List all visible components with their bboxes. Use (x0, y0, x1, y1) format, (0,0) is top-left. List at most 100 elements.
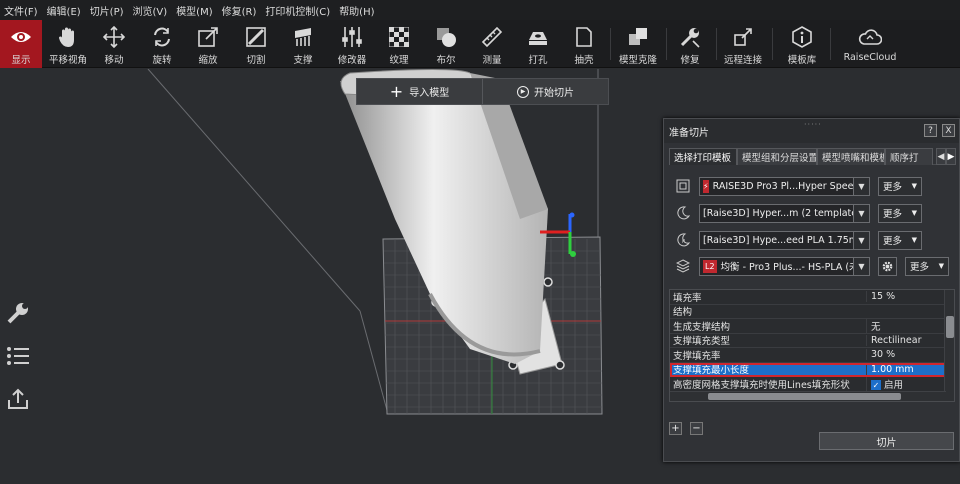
tab-right-arrow-icon[interactable]: ▶ (946, 148, 956, 165)
toolbar-separator (716, 28, 717, 60)
chevron-down-icon[interactable]: ▼ (854, 256, 870, 276)
tool-boolean-button[interactable]: 布尔 (428, 20, 464, 68)
tool-shell-button[interactable]: 抽壳 (566, 20, 602, 68)
table-row[interactable]: 支撑填充类型 Rectilinear (670, 334, 954, 348)
material-left-more-button[interactable]: 更多 ▼ (878, 203, 922, 223)
level-badge: L2 (703, 259, 717, 273)
tool-modifier-button[interactable]: 修改器 (334, 20, 370, 68)
tool-pan-view-button[interactable]: 平移视角 (46, 20, 90, 68)
ruler-icon (480, 25, 504, 49)
eye-icon (9, 25, 33, 49)
table-row[interactable]: 高密度网格支撑填充时使用Lines填充形状 ✓ 启用 (670, 376, 954, 392)
checkbox-checked-icon[interactable]: ✓ (871, 380, 881, 391)
scrollbar-thumb[interactable] (708, 393, 901, 400)
tool-scale-button[interactable]: 缩放 (190, 20, 226, 68)
param-value[interactable]: ✓ 启用 (866, 376, 942, 391)
list-icon[interactable] (4, 342, 32, 370)
tool-cut-button[interactable]: 切割 (238, 20, 274, 68)
slice-profile-select[interactable]: L2 均衡 - Pro3 Plus...- HS-PLA (未保 (699, 256, 854, 276)
material-left-icon (675, 205, 691, 221)
more-label: 更多 (883, 182, 903, 193)
scale-icon (196, 25, 220, 49)
tool-repair-button[interactable]: 修复 (672, 20, 708, 68)
boolean-icon (434, 25, 458, 49)
tab-scroll-arrows: ◀ ▶ (936, 148, 956, 165)
hand-icon (56, 25, 80, 49)
template-row-material-left: [Raise3D] Hyper...m (2 templates) ▼ 更多 ▼ (675, 203, 922, 223)
tool-move-button[interactable]: 移动 (96, 20, 132, 68)
table-row[interactable]: 填充率 15 % (670, 290, 954, 305)
tab-print-sequence[interactable]: 顺序打 (885, 148, 933, 165)
shell-icon (572, 25, 596, 49)
printer-more-button[interactable]: 更多 ▼ (878, 176, 922, 196)
tool-measure-button[interactable]: 测量 (474, 20, 510, 68)
menu-view[interactable]: 浏览(V) (133, 3, 168, 18)
param-value[interactable]: 无 (866, 318, 942, 333)
support-icon (291, 25, 315, 49)
help-button[interactable]: ? (924, 124, 937, 137)
table-row[interactable]: 结构 (670, 305, 954, 319)
material-right-template-value: [Raise3D] Hype...eed PLA 1.75mm (703, 234, 854, 246)
menu-slice[interactable]: 切片(P) (90, 3, 124, 18)
menu-edit[interactable]: 编辑(E) (47, 3, 81, 18)
add-button[interactable]: + (669, 422, 682, 435)
chevron-down-icon[interactable]: ▼ (854, 230, 870, 250)
chevron-down-icon: ▼ (911, 209, 917, 217)
tool-rotate-button[interactable]: 旋转 (144, 20, 180, 68)
tab-left-arrow-icon[interactable]: ◀ (936, 148, 946, 165)
material-left-template-select[interactable]: [Raise3D] Hyper...m (2 templates) (699, 203, 854, 223)
param-value[interactable]: 15 % (866, 291, 942, 303)
scrollbar-thumb[interactable] (946, 316, 954, 338)
gear-icon[interactable] (878, 256, 897, 276)
tool-punch-button[interactable]: 打孔 (520, 20, 556, 68)
tab-model-group-layers[interactable]: 模型组和分层设置 (737, 148, 817, 165)
chevron-down-icon[interactable]: ▼ (854, 176, 870, 196)
tool-clone-button[interactable]: 模型克隆 (616, 20, 660, 68)
printer-template-select[interactable]: ⚡ RAISE3D Pro3 Pl...Hyper Speed (699, 176, 854, 196)
param-value[interactable]: Rectilinear (866, 334, 942, 346)
slice-button[interactable]: 切片 (819, 432, 954, 450)
param-value[interactable]: 1.00 mm (866, 363, 942, 375)
material-right-more-button[interactable]: 更多 ▼ (878, 230, 922, 250)
tool-support-button[interactable]: 支撑 (285, 20, 321, 68)
tab-select-template[interactable]: 选择打印模板 (669, 148, 737, 165)
drag-grip-icon[interactable]: ····· (804, 120, 822, 129)
panel-title-bar[interactable]: ····· 准备切片 ? X (664, 119, 959, 143)
param-value[interactable]: 30 % (866, 349, 942, 361)
param-section-header: 结构 (673, 307, 693, 319)
toolbar-separator (610, 28, 611, 60)
tool-display-button[interactable]: 显示 (0, 20, 42, 68)
table-row-selected[interactable]: 支撑填充最小长度 1.00 mm (670, 362, 954, 377)
rotate-icon (150, 25, 174, 49)
plus-icon: + (389, 82, 404, 101)
wrench-icon[interactable] (4, 299, 32, 327)
export-icon[interactable] (4, 385, 32, 413)
prepare-slice-panel: ····· 准备切片 ? X 选择打印模板 模型组和分层设置 模型喷嘴和模板 顺… (663, 118, 960, 462)
menu-printer-control[interactable]: 打印机控制(C) (265, 3, 330, 18)
vertical-scrollbar[interactable] (944, 290, 954, 401)
material-right-template-select[interactable]: [Raise3D] Hype...eed PLA 1.75mm (699, 230, 854, 250)
tool-template-library-button[interactable]: 模板库 (784, 20, 820, 68)
remove-button[interactable]: − (690, 422, 703, 435)
start-slice-button[interactable]: ▶ 开始切片 (482, 79, 608, 104)
menu-repair[interactable]: 修复(R) (222, 3, 257, 18)
table-row[interactable]: 支撑填充率 30 % (670, 348, 954, 363)
chevron-down-icon[interactable]: ▼ (854, 203, 870, 223)
raise3d-logo-icon: ⚡ (703, 179, 709, 193)
import-model-button[interactable]: + 导入模型 (357, 79, 482, 104)
tab-model-nozzle-template[interactable]: 模型喷嘴和模板 (817, 148, 885, 165)
tool-raisecloud-button[interactable]: RaiseCloud (842, 20, 898, 68)
param-key: 生成支撑结构 (673, 321, 731, 333)
texture-icon (387, 25, 411, 49)
table-row[interactable]: 生成支撑结构 无 (670, 318, 954, 334)
horizontal-scrollbar[interactable] (670, 391, 946, 401)
slice-profile-more-button[interactable]: 更多 ▼ (905, 256, 949, 276)
remote-icon (731, 25, 755, 49)
tool-texture-button[interactable]: 纹理 (381, 20, 417, 68)
close-button[interactable]: X (942, 124, 955, 137)
tool-remote-connect-button[interactable]: 远程连接 (720, 20, 766, 68)
menu-help[interactable]: 帮助(H) (339, 3, 374, 18)
menu-model[interactable]: 模型(M) (176, 3, 212, 18)
repair-icon (678, 25, 702, 49)
menu-file[interactable]: 文件(F) (4, 3, 38, 18)
